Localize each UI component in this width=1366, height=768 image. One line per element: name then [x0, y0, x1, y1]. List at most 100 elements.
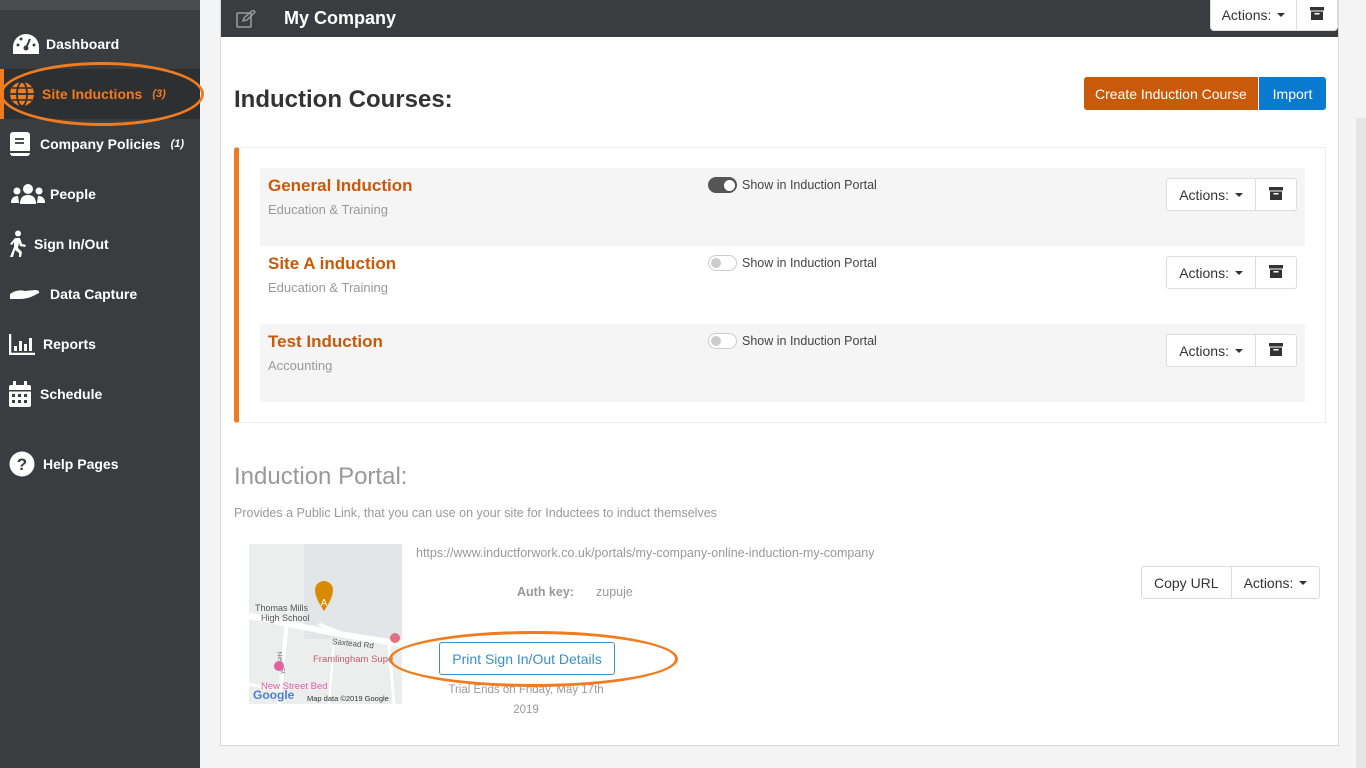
- portal-url[interactable]: https://www.inductforwork.co.uk/portals/…: [416, 546, 875, 560]
- caret-down-icon: [1277, 13, 1286, 17]
- sidebar-item-label: Help Pages: [43, 456, 119, 472]
- svg-text:?: ?: [16, 455, 26, 474]
- header-archive-button[interactable]: [1297, 0, 1337, 30]
- toggle-switch[interactable]: [708, 255, 737, 271]
- sidebar-item-label: People: [50, 186, 96, 202]
- import-button[interactable]: Import: [1259, 77, 1326, 110]
- actions-label: Actions:: [1179, 186, 1229, 203]
- book-icon: [0, 131, 40, 157]
- show-in-portal-toggle[interactable]: Show in Induction Portal: [708, 255, 877, 271]
- archive-icon: [1269, 186, 1283, 203]
- course-row: Test Induction Accounting Show in Induct…: [260, 324, 1305, 402]
- page-title: My Company: [284, 8, 397, 28]
- caret-down-icon: [1235, 348, 1243, 353]
- map-label: High School: [261, 613, 310, 623]
- map-label: Thomas Mills: [255, 603, 309, 613]
- sidebar: Dashboard Site Inductions (3) Company Po…: [0, 0, 200, 768]
- sidebar-item-people[interactable]: People: [0, 169, 200, 219]
- sidebar-item-site-inductions[interactable]: Site Inductions (3): [0, 69, 200, 119]
- course-archive-button[interactable]: [1256, 257, 1296, 288]
- course-button-group: Actions:: [1166, 178, 1297, 211]
- calendar-icon: [0, 380, 40, 408]
- show-in-portal-toggle[interactable]: Show in Induction Portal: [708, 177, 877, 193]
- hand-icon: [0, 287, 50, 301]
- sidebar-item-label: Sign In/Out: [34, 236, 109, 252]
- sidebar-topbar: [0, 0, 200, 10]
- show-in-portal-toggle[interactable]: Show in Induction Portal: [708, 333, 877, 349]
- sidebar-item-sign-in-out[interactable]: Sign In/Out: [0, 219, 200, 269]
- auth-key-value: zupuje: [596, 585, 633, 599]
- course-list: General Induction Education & Training S…: [234, 147, 1326, 423]
- portal-actions-dropdown[interactable]: Actions:: [1232, 567, 1320, 598]
- edit-icon[interactable]: [236, 9, 256, 28]
- sidebar-item-help-pages[interactable]: ? Help Pages: [0, 439, 200, 489]
- toggle-label: Show in Induction Portal: [742, 256, 877, 270]
- toggle-switch[interactable]: [708, 333, 737, 349]
- actions-label: Actions:: [1243, 574, 1294, 591]
- sidebar-item-count: (1): [170, 138, 185, 150]
- course-name[interactable]: Test Induction: [268, 332, 383, 352]
- course-row: Site A induction Education & Training Sh…: [260, 246, 1305, 324]
- induction-courses-heading: Induction Courses:: [234, 86, 453, 113]
- sidebar-item-label: Company Policies: [40, 136, 161, 152]
- sidebar-item-label: Data Capture: [50, 286, 138, 302]
- sidebar-item-label: Site Inductions: [42, 86, 143, 102]
- toggle-label: Show in Induction Portal: [742, 178, 877, 192]
- course-category: Education & Training: [268, 202, 388, 217]
- create-induction-course-button[interactable]: Create Induction Course: [1084, 77, 1258, 110]
- sidebar-item-company-policies[interactable]: Company Policies (1): [0, 119, 200, 169]
- induction-portal-heading: Induction Portal:: [234, 463, 408, 490]
- archive-icon: [1269, 264, 1283, 281]
- course-actions-dropdown[interactable]: Actions:: [1167, 179, 1256, 210]
- map-attribution: Map data ©2019 Google: [307, 694, 389, 703]
- sidebar-item-label: Dashboard: [46, 36, 120, 52]
- course-name[interactable]: Site A induction: [268, 254, 396, 274]
- page-scrollbar[interactable]: [1356, 118, 1366, 768]
- course-archive-button[interactable]: [1256, 179, 1296, 210]
- main-panel: My Company Actions: Induction Courses: C…: [220, 0, 1339, 746]
- induction-portal-description: Provides a Public Link, that you can use…: [234, 506, 717, 520]
- sidebar-item-label: Schedule: [40, 386, 103, 402]
- portal-location-map[interactable]: A Thomas Mills High School Saxtead Rd Ne…: [249, 544, 402, 704]
- sidebar-item-data-capture[interactable]: Data Capture: [0, 269, 200, 319]
- users-icon: [8, 183, 48, 205]
- toggle-switch[interactable]: [708, 177, 737, 193]
- sidebar-item-count: (3): [152, 88, 166, 100]
- walking-person-icon: [0, 230, 34, 258]
- sidebar-item-reports[interactable]: Reports: [0, 319, 200, 369]
- caret-down-icon: [1299, 580, 1308, 585]
- course-category: Accounting: [268, 358, 333, 373]
- sidebar-item-schedule[interactable]: Schedule: [0, 369, 200, 419]
- actions-label: Actions:: [1179, 264, 1229, 281]
- course-name[interactable]: General Induction: [268, 176, 413, 196]
- actions-label: Actions:: [1179, 342, 1229, 359]
- map-marker-label: A: [321, 598, 328, 609]
- print-sign-in-out-details-button[interactable]: Print Sign In/Out Details: [439, 642, 615, 675]
- course-button-group: Actions:: [1166, 334, 1297, 367]
- archive-icon: [1269, 342, 1283, 359]
- panel-header: My Company Actions:: [221, 0, 1338, 37]
- caret-down-icon: [1235, 270, 1243, 275]
- actions-label: Actions:: [1221, 7, 1272, 23]
- course-actions-dropdown[interactable]: Actions:: [1167, 257, 1256, 288]
- sidebar-item-dashboard[interactable]: Dashboard: [0, 19, 200, 69]
- trial-ends-year: 2019: [513, 704, 539, 716]
- course-actions-dropdown[interactable]: Actions:: [1167, 335, 1256, 366]
- bar-chart-icon: [0, 333, 43, 355]
- archive-icon: [1310, 7, 1324, 23]
- course-row: General Induction Education & Training S…: [260, 168, 1305, 246]
- auth-key-label: Auth key:: [517, 585, 574, 599]
- course-category: Education & Training: [268, 280, 388, 295]
- map-label: Framlingham Supe: [313, 654, 393, 665]
- header-actions-dropdown[interactable]: Actions:: [1211, 0, 1297, 30]
- course-button-group: Actions:: [1166, 256, 1297, 289]
- caret-down-icon: [1235, 192, 1243, 197]
- copy-url-button[interactable]: Copy URL: [1142, 567, 1232, 598]
- course-archive-button[interactable]: [1256, 335, 1296, 366]
- globe-icon: [2, 81, 42, 107]
- portal-button-group: Copy URL Actions:: [1141, 566, 1321, 599]
- dashboard-gauge-icon: [6, 32, 46, 56]
- header-button-group: Actions:: [1210, 0, 1338, 31]
- question-circle-icon: ?: [0, 451, 43, 477]
- trial-ends-text: Trial Ends on Friday, May 17th 2019: [436, 680, 616, 720]
